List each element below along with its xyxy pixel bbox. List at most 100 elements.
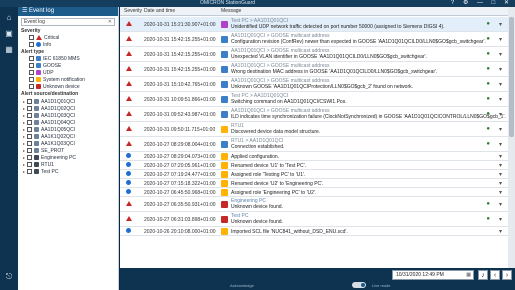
expand-row-icon[interactable]: ▾ bbox=[499, 153, 502, 160]
checkbox[interactable] bbox=[27, 99, 32, 104]
checkbox[interactable] bbox=[27, 113, 32, 118]
checkbox[interactable] bbox=[29, 42, 34, 47]
alarm-bell-icon[interactable]: ♪ bbox=[478, 270, 488, 280]
filter-source-item[interactable]: ▸ AA1K1Q03QCI bbox=[18, 140, 118, 147]
filter-source-item[interactable]: ▸ RTU1 bbox=[18, 161, 118, 168]
checkbox[interactable] bbox=[27, 127, 32, 132]
expand-row-icon[interactable]: ▾ bbox=[499, 228, 502, 235]
filter-search-input[interactable]: Event log ✕ bbox=[21, 18, 115, 26]
expand-row-icon[interactable]: ▾ bbox=[499, 171, 502, 178]
expand-row-icon[interactable]: ▾ bbox=[499, 201, 502, 208]
maximize-icon[interactable]: □ bbox=[492, 0, 496, 6]
acknowledge-icon[interactable]: ● bbox=[486, 141, 490, 147]
settings-icon[interactable]: ⚙ bbox=[463, 0, 468, 6]
table-row[interactable]: 2020-10-31 15:10:42.765+01:00 AA1D1Q01QCI… bbox=[120, 77, 508, 92]
filter-source-item[interactable]: ▸ Test PC bbox=[18, 168, 118, 175]
acknowledge-icon[interactable]: ● bbox=[486, 126, 490, 132]
table-row[interactable]: 2020-10-26 20:10:08.000+01:00 Imported SC… bbox=[120, 227, 508, 236]
acknowledge-icon[interactable]: ● bbox=[486, 51, 490, 57]
expand-row-icon[interactable]: ▾ bbox=[499, 162, 502, 169]
expand-row-icon[interactable]: ▾ bbox=[499, 36, 502, 43]
table-row[interactable]: 2020-10-27 07:20:05.961+01:00 Renamed dev… bbox=[120, 161, 508, 170]
expand-row-icon[interactable]: ▾ bbox=[499, 96, 502, 103]
exit-icon[interactable]: ⎋ bbox=[4, 272, 14, 282]
checkbox[interactable] bbox=[27, 134, 32, 139]
checkbox[interactable] bbox=[27, 169, 32, 174]
table-row[interactable]: 2020-10-31 10:09:51.866+01:00 Test PC > A… bbox=[120, 92, 508, 107]
expand-row-icon[interactable]: ▾ bbox=[499, 141, 502, 148]
expand-row-icon[interactable]: ▾ bbox=[499, 21, 502, 28]
filter-source-item[interactable]: ▸ SE_PROT bbox=[18, 147, 118, 154]
table-row[interactable]: 2020-10-27 06:35:50.931+01:00 Engineering… bbox=[120, 197, 508, 212]
checkbox[interactable] bbox=[27, 120, 32, 125]
column-severity[interactable]: Severity bbox=[124, 7, 142, 16]
expand-row-icon[interactable]: ▾ bbox=[499, 111, 502, 118]
table-row[interactable]: 2020-10-27 07:15:18.322+01:00 Renamed dev… bbox=[120, 179, 508, 188]
checkbox[interactable] bbox=[29, 56, 34, 61]
filter-source-item[interactable]: ▸ Engineering PC bbox=[18, 154, 118, 161]
table-row[interactable]: 2020-10-31 15:42:15.255+01:00 AA1D1Q01QCI… bbox=[120, 62, 508, 77]
checkbox[interactable] bbox=[29, 70, 34, 75]
filter-type-udp[interactable]: UDP bbox=[18, 70, 118, 77]
checkbox[interactable] bbox=[29, 77, 34, 82]
acknowledge-icon[interactable]: ● bbox=[486, 201, 490, 207]
acknowledge-icon[interactable]: ● bbox=[486, 216, 490, 222]
events-icon[interactable]: ▣ bbox=[4, 29, 14, 39]
table-row[interactable]: 2020-10-31 15:21:30.907+01:00 Test PC > A… bbox=[120, 17, 508, 32]
acknowledge-icon[interactable]: ● bbox=[486, 81, 490, 87]
home-icon[interactable]: ⌂ bbox=[4, 13, 14, 23]
grid-scrollbar[interactable] bbox=[508, 7, 515, 268]
table-row[interactable]: 2020-10-27 06:45:50.968+01:00 Assigned ro… bbox=[120, 188, 508, 197]
devices-icon[interactable]: ▦ bbox=[4, 45, 14, 55]
minimize-icon[interactable]: — bbox=[477, 0, 483, 6]
column-date[interactable]: Date and time bbox=[144, 7, 175, 16]
filter-type-system[interactable]: System notification bbox=[18, 77, 118, 84]
scrollbar-thumb[interactable] bbox=[509, 17, 514, 137]
expand-row-icon[interactable]: ▾ bbox=[499, 216, 502, 223]
table-row[interactable]: 2020-10-31 09:52:43.987+01:00 AA1D1Q01QCI… bbox=[120, 107, 508, 122]
table-row[interactable]: 2020-10-27 07:19:24.477+01:00 Assigned ro… bbox=[120, 170, 508, 179]
filter-source-item[interactable]: ▸ AA1D1Q05QCI bbox=[18, 126, 118, 133]
expand-row-icon[interactable]: ▾ bbox=[499, 66, 502, 73]
datetime-field[interactable]: 10/31/2020 12:49 PM ▦ bbox=[392, 270, 474, 280]
checkbox[interactable] bbox=[27, 106, 32, 111]
table-row[interactable]: 2020-10-31 09:50:11.715+01:00 RTU1 Discove… bbox=[120, 122, 508, 137]
acknowledge-icon[interactable]: ● bbox=[486, 66, 490, 72]
expand-row-icon[interactable]: ▾ bbox=[499, 189, 502, 196]
acknowledge-icon[interactable]: ● bbox=[486, 111, 490, 117]
help-icon[interactable]: ? bbox=[451, 0, 454, 6]
filter-source-item[interactable]: ▸ AA1D1Q04QCI bbox=[18, 119, 118, 126]
acknowledge-icon[interactable]: ● bbox=[486, 96, 490, 102]
calendar-icon[interactable]: ▦ bbox=[466, 271, 471, 279]
expand-row-icon[interactable]: ▾ bbox=[499, 126, 502, 133]
expand-row-icon[interactable]: ▾ bbox=[499, 180, 502, 187]
column-message[interactable]: Message bbox=[221, 7, 241, 16]
filter-source-item[interactable]: ▸ AA1D1Q02QCI bbox=[18, 105, 118, 112]
checkbox[interactable] bbox=[29, 84, 34, 89]
expand-row-icon[interactable]: ▾ bbox=[499, 51, 502, 58]
checkbox[interactable] bbox=[27, 141, 32, 146]
acknowledge-icon[interactable]: ● bbox=[486, 36, 490, 42]
checkbox[interactable] bbox=[27, 162, 32, 167]
table-row[interactable]: 2020-10-31 15:42:15.255+01:00 AA1D1Q01QCI… bbox=[120, 32, 508, 47]
expand-row-icon[interactable]: ▾ bbox=[499, 81, 502, 88]
filter-source-item[interactable]: ▸ AA1K1Q02QCI bbox=[18, 133, 118, 140]
acknowledge-icon[interactable]: ● bbox=[486, 21, 490, 27]
checkbox[interactable] bbox=[29, 63, 34, 68]
table-row[interactable]: 2020-10-27 06:31:03.898+01:00 Test PC Unkn… bbox=[120, 212, 508, 227]
filter-severity-info[interactable]: Info bbox=[18, 42, 118, 49]
acknowledge-label[interactable]: Acknowledge bbox=[230, 283, 254, 288]
filter-type-mms[interactable]: IEC 61850 MMS bbox=[18, 56, 118, 63]
filter-severity-critical[interactable]: Critical bbox=[18, 35, 118, 42]
filter-type-unknown[interactable]: Unknown device bbox=[18, 84, 118, 91]
clear-search-icon[interactable]: ✕ bbox=[108, 19, 112, 25]
checkbox[interactable] bbox=[29, 35, 34, 40]
filter-source-item[interactable]: ▸ AA1D1Q03QCI bbox=[18, 112, 118, 119]
previous-icon[interactable]: ‹ bbox=[490, 270, 500, 280]
live-mode-toggle[interactable] bbox=[352, 282, 366, 288]
next-icon[interactable]: › bbox=[502, 270, 512, 280]
filter-type-goose[interactable]: GOOSE bbox=[18, 63, 118, 70]
checkbox[interactable] bbox=[27, 155, 32, 160]
table-row[interactable]: 2020-10-31 15:42:15.255+01:00 AA1D1Q01QCI… bbox=[120, 47, 508, 62]
checkbox[interactable] bbox=[27, 148, 32, 153]
